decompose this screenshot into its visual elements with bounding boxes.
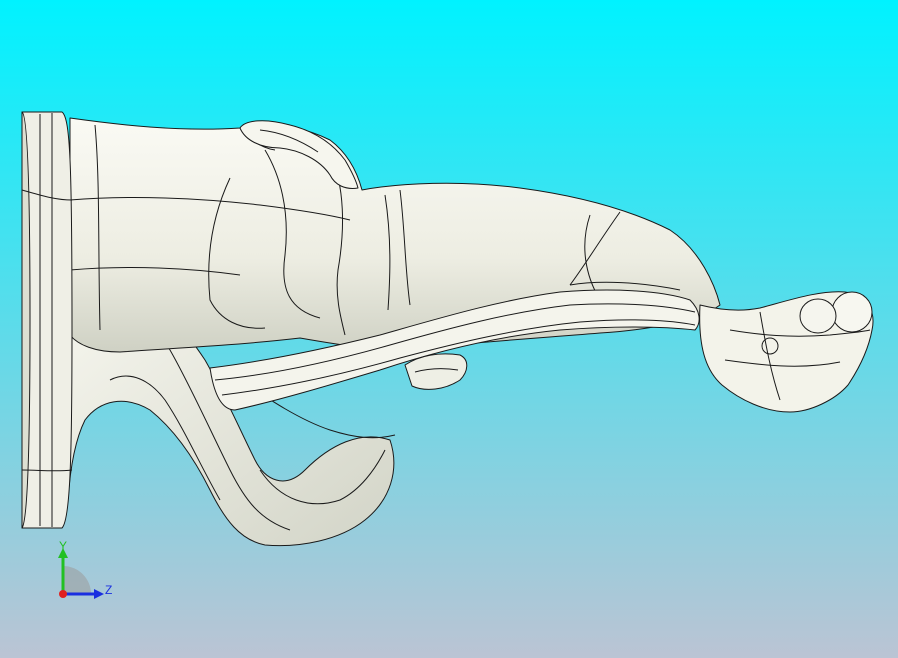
- 3d-viewport[interactable]: Y Z: [0, 0, 898, 658]
- model-scene[interactable]: [0, 0, 898, 658]
- z-axis-label: Z: [105, 583, 112, 597]
- axis-triad: Y Z: [58, 539, 112, 599]
- triad-plane: [63, 566, 91, 594]
- y-axis-label: Y: [59, 539, 67, 553]
- z-axis-arrow: [94, 589, 104, 599]
- model-hand-knuckle-1: [831, 291, 873, 333]
- x-axis-point: [59, 590, 67, 598]
- model-hand-knuckle-2: [799, 298, 837, 334]
